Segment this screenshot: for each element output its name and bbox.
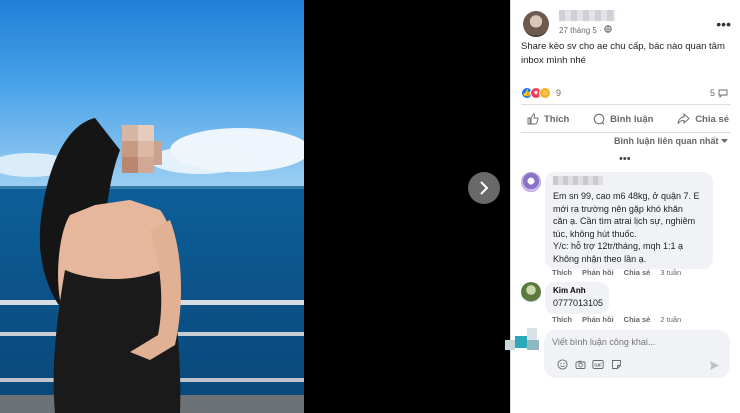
globe-icon [604,25,612,33]
divider [521,132,731,133]
comment-count[interactable]: 5 [710,88,728,98]
comment-like-button[interactable]: Thích [552,315,572,324]
divider [521,104,731,105]
comment-reply-button[interactable]: Phản hồi [582,315,614,324]
post-timestamp[interactable]: 27 tháng 5 · [559,25,612,35]
share-label: Chia sẻ [695,113,729,125]
more-dots-icon[interactable]: ••• [716,16,731,32]
camera-icon[interactable] [574,358,586,370]
comment-bubble-icon [718,89,728,98]
commenter-avatar[interactable] [521,172,541,192]
comment-actions: Thích Phản hồi Chia sẻ 3 tuần [552,268,681,277]
post-text: Share kèo sv cho ae chu cấp, bác nào qua… [521,41,725,66]
next-photo-button[interactable] [468,172,500,204]
chevron-right-icon [480,181,489,195]
comment-button[interactable]: Bình luận [587,111,659,127]
facebook-photo-viewer: 27 tháng 5 · ••• Share kèo sv cho ae chu… [0,0,740,413]
reaction-summary[interactable]: 👍 ♥ ☺ 9 [521,86,561,100]
comment-reply-button[interactable]: Phản hồi [582,268,614,277]
svg-text:GIF: GIF [594,362,602,367]
sort-label: Bình luận liên quan nhất [613,136,719,146]
photo-viewer-background [304,0,510,413]
comment-input[interactable] [552,335,722,349]
comment-count-number: 5 [709,88,715,98]
comment-like-button[interactable]: Thích [552,268,572,277]
composer-tools: GIF [556,358,622,370]
like-button[interactable]: Thích [521,111,575,127]
haha-reaction-icon: ☺ [539,87,551,99]
current-user-avatar[interactable] [505,328,541,354]
chevron-down-icon [721,139,728,143]
comment-share-button[interactable]: Chia sẻ [624,315,651,324]
comment-text: Em sn 99, cao m6 48kg, ở quận 7. E mới r… [553,191,700,264]
emoji-icon[interactable] [556,358,568,370]
comment-time[interactable]: 3 tuần [660,268,681,277]
reaction-count: 9 [556,88,562,98]
comment-bubble: Kim Anh 0777013105 [545,282,609,314]
author-avatar[interactable] [523,11,549,37]
post-photo[interactable] [0,0,304,413]
commenter-avatar[interactable] [521,282,541,302]
like-icon [527,113,539,125]
post-actions: Thích Bình luận Chia sẻ [521,108,735,130]
gif-icon[interactable]: GIF [592,358,604,370]
comment-sort-dropdown[interactable]: Bình luận liên quan nhất [614,136,728,146]
post-time-text: 27 tháng 5 · [559,26,604,35]
send-icon[interactable] [709,358,720,376]
comment-actions: Thích Phản hồi Chia sẻ 2 tuần [552,315,681,324]
more-comments-dots-icon[interactable]: ••• [619,153,631,165]
comment-share-button[interactable]: Chia sẻ [624,268,651,277]
comment-bubble: Em sn 99, cao m6 48kg, ở quận 7. E mới r… [545,172,713,269]
comment-label: Bình luận [610,113,654,125]
sticker-icon[interactable] [610,358,622,370]
commenter-name-redacted[interactable] [553,176,603,185]
like-label: Thích [544,113,570,125]
photo-scene [0,0,304,413]
comment-composer: GIF [544,330,730,378]
author-name-redacted[interactable] [559,10,615,21]
commenter-name[interactable]: Kim Anh [553,286,601,295]
comment-icon [593,113,605,125]
share-button[interactable]: Chia sẻ [671,111,735,127]
comment-time[interactable]: 2 tuần [660,315,681,324]
post-header: 27 tháng 5 · ••• [519,8,739,40]
share-icon [677,113,690,125]
comment-text: 0777013105 [553,298,604,308]
